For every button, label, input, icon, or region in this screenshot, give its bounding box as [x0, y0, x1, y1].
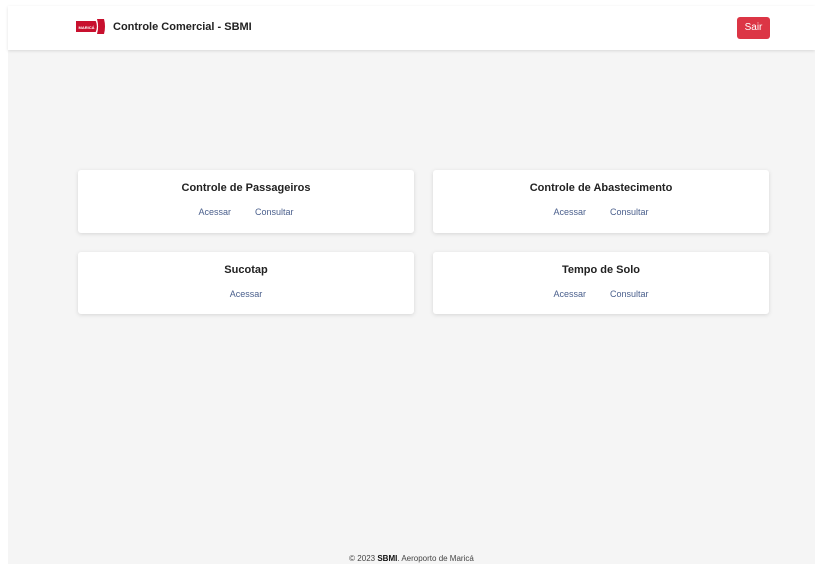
card-title: Tempo de Solo — [561, 264, 641, 276]
footer-brand: SBMI — [377, 554, 398, 563]
consult-link[interactable]: Consultar — [255, 207, 294, 217]
card-controle-abastecimento: Controle de Abastecimento Acessar Consult… — [433, 170, 769, 233]
card-title: Controle de Passageiros — [181, 182, 311, 194]
footer: © 2023 SBMI. Aeroporto de Maricá — [8, 554, 815, 563]
consult-link[interactable]: Consultar — [610, 207, 649, 217]
brand[interactable]: MARICÁ Controle Comercial - SBMI — [76, 19, 252, 34]
app-background: MARICÁ Controle Comercial - SBMI Sair Co… — [8, 6, 815, 564]
card-title: Sucotap — [224, 264, 268, 276]
marica-logo-icon: MARICÁ — [76, 19, 106, 34]
logo-text: MARICÁ — [79, 25, 95, 30]
card-links: Acessar Consultar — [433, 207, 769, 217]
card-controle-passageiros: Controle de Passageiros Acessar Consultar — [78, 170, 414, 233]
access-link[interactable]: Acessar — [230, 289, 263, 299]
footer-copyright: © 2023 — [349, 554, 376, 563]
top-navbar: MARICÁ Controle Comercial - SBMI Sair — [8, 6, 815, 50]
card-links: Acessar — [78, 289, 414, 299]
access-link[interactable]: Acessar — [198, 207, 231, 217]
access-link[interactable]: Acessar — [553, 207, 586, 217]
footer-suffix: . Aeroporto de Maricá — [397, 554, 474, 563]
logout-button[interactable]: Sair — [737, 17, 770, 39]
card-links: Acessar Consultar — [433, 289, 769, 299]
card-links: Acessar Consultar — [78, 207, 414, 217]
card-tempo-de-solo: Tempo de Solo Acessar Consultar — [433, 252, 769, 314]
card-title: Controle de Abastecimento — [529, 182, 673, 194]
consult-link[interactable]: Consultar — [610, 289, 649, 299]
card-sucotap: Sucotap Acessar — [78, 252, 414, 314]
page-title: Controle Comercial - SBMI — [113, 20, 252, 33]
access-link[interactable]: Acessar — [553, 289, 586, 299]
